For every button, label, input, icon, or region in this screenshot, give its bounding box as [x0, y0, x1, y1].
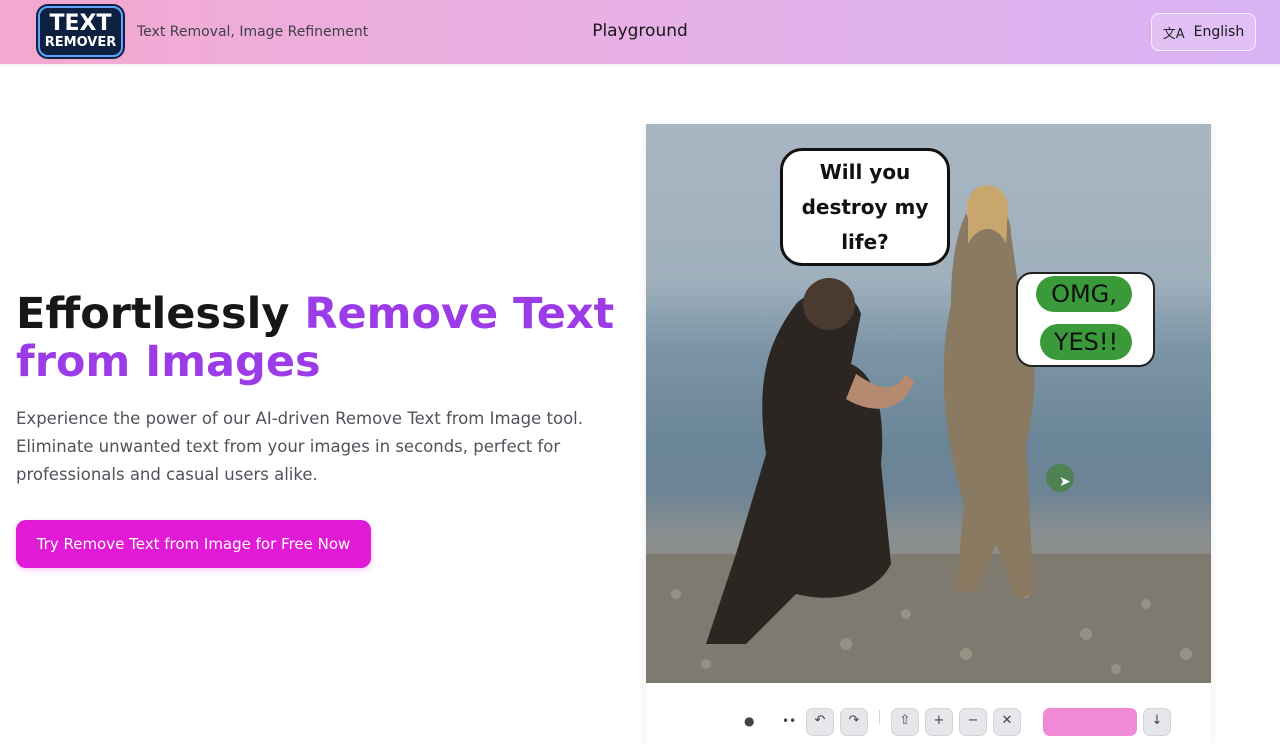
undo-icon[interactable]: ↶ [806, 708, 834, 736]
demo-image-canvas[interactable]: Will you destroy my life? OMG, YES!! ➤ [646, 124, 1211, 683]
toolbar-divider [879, 710, 880, 724]
delete-icon[interactable]: ✕ [993, 708, 1021, 736]
language-selector-button[interactable]: 文A English [1151, 13, 1256, 51]
zoom-out-icon[interactable]: − [959, 708, 987, 736]
remove-text-button[interactable] [1043, 708, 1137, 736]
translate-icon: 文A [1162, 26, 1185, 42]
brush-icon[interactable]: ● [744, 714, 754, 728]
speech-bubble-left: Will you destroy my life? [780, 148, 950, 266]
demo-image-panel: Will you destroy my life? OMG, YES!! ➤ [646, 124, 1211, 744]
man-arm [846, 374, 914, 409]
download-icon[interactable]: ↓ [1143, 708, 1171, 736]
hero-title-plain: Effortlessly [16, 289, 305, 339]
language-label: English [1193, 24, 1245, 40]
masked-text-line-2: YES!! [1040, 324, 1132, 360]
man-head [803, 278, 855, 330]
hero-title: Effortlessly Remove Text from Images [16, 290, 626, 386]
nav-playground-wrap: Playground [0, 21, 1280, 41]
masked-text-line-1: OMG, [1036, 276, 1132, 312]
brush-size-icon[interactable]: •• [782, 714, 796, 728]
hero-description: Experience the power of our AI-driven Re… [16, 409, 583, 484]
editor-toolbar: ● •• ↶ ↷ ⇧ + − ✕ ↓ [646, 704, 1211, 736]
upload-icon[interactable]: ⇧ [891, 708, 919, 736]
try-free-button[interactable]: Try Remove Text from Image for Free Now [16, 520, 371, 568]
woman-figure [943, 203, 1035, 599]
pointer-cursor-icon: ➤ [1059, 474, 1071, 490]
redo-icon[interactable]: ↷ [840, 708, 868, 736]
site-header: TEXT REMOVER Text Removal, Image Refinem… [0, 0, 1280, 64]
zoom-in-icon[interactable]: + [925, 708, 953, 736]
nav-playground-link[interactable]: Playground [592, 21, 688, 41]
